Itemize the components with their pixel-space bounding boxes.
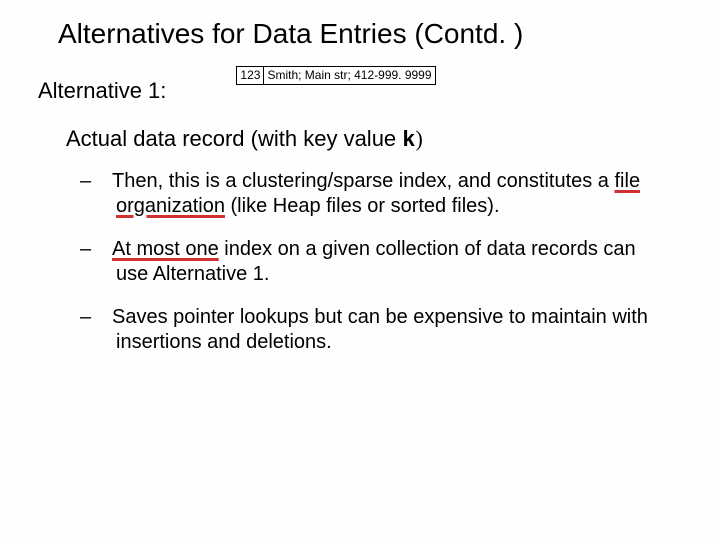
record-rest-cell: Smith; Main str; 412-999. 9999 <box>263 66 435 85</box>
bullet-underline: At most one <box>112 238 219 260</box>
bullet-list: –Then, this is a clustering/sparse index… <box>98 169 662 355</box>
slide-title: Alternatives for Data Entries (Contd. ) <box>58 18 682 50</box>
bullet-pre: Saves pointer lookups but can be expensi… <box>112 306 648 353</box>
alternative-label: Alternative 1: <box>38 78 166 104</box>
subheading-post: ) <box>415 126 422 151</box>
record-key-cell: 123 <box>236 66 263 85</box>
key-variable: k <box>402 128 415 153</box>
bullet-pre: Then, this is a clustering/sparse index,… <box>112 170 615 192</box>
list-item: –Saves pointer lookups but can be expens… <box>98 305 662 355</box>
bullet-post: (like Heap files or sorted files). <box>225 195 500 217</box>
subheading-pre: Actual data record (with key value <box>66 126 402 151</box>
list-item: –Then, this is a clustering/sparse index… <box>98 169 662 219</box>
list-item: –At most one index on a given collection… <box>98 237 662 287</box>
data-record: 123 Smith; Main str; 412-999. 9999 <box>236 66 435 85</box>
subheading: Actual data record (with key value k) <box>66 126 682 153</box>
